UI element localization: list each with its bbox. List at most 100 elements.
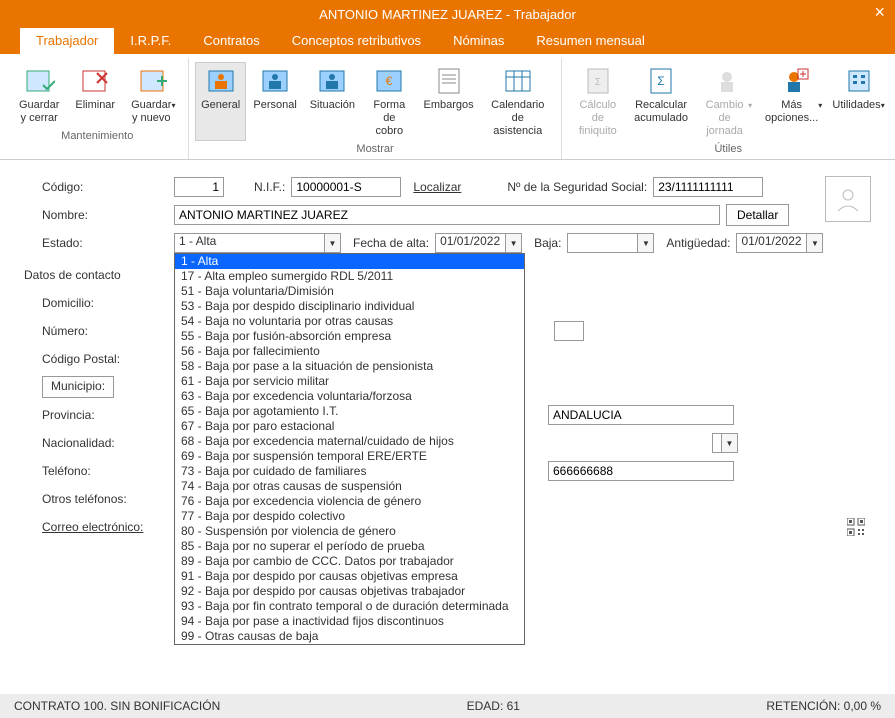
ribbon-icon [205,65,237,97]
label-nacionalidad: Nacionalidad: [24,436,174,450]
estado-option[interactable]: 53 - Baja por despido disciplinario indi… [175,299,524,314]
label-nss: Nº de la Seguridad Social: [507,180,647,194]
estado-option[interactable]: 74 - Baja por otras causas de suspensión [175,479,524,494]
ribbon-item[interactable]: Embargos [418,62,479,141]
ribbon-item[interactable]: €Formade cobro [362,62,416,141]
tab-resumen[interactable]: Resumen mensual [520,28,660,54]
label-antiguedad: Antigüedad: [666,236,730,250]
estado-option[interactable]: 56 - Baja por fallecimiento [175,344,524,359]
nacionalidad-combo[interactable]: ▼ [712,433,738,453]
estado-option[interactable]: 77 - Baja por despido colectivo [175,509,524,524]
label-domicilio: Domicilio: [24,296,174,310]
label-correo[interactable]: Correo electrónico: [24,520,174,534]
ribbon-item[interactable]: Personal [248,62,302,141]
estado-option[interactable]: 61 - Baja por servicio militar [175,374,524,389]
estado-option[interactable]: 91 - Baja por despido por causas objetiv… [175,569,524,584]
estado-option[interactable]: 63 - Baja por excedencia voluntaria/forz… [175,389,524,404]
ribbon-icon [711,65,743,97]
chevron-down-icon[interactable]: ▼ [721,433,738,453]
label-otros-telefonos: Otros teléfonos: [24,492,174,506]
ribbon-icon [23,65,55,97]
fecha-alta-combo[interactable]: 01/01/2022 ▼ [435,233,522,253]
photo-placeholder[interactable] [825,176,871,222]
ribbon-icon [778,65,810,97]
ribbon-item[interactable]: Cambio dejornada [694,62,759,141]
estado-option[interactable]: 51 - Baja voluntaria/Dimisión [175,284,524,299]
estado-option[interactable]: 17 - Alta empleo sumergido RDL 5/2011 [175,269,524,284]
ribbon-icon [433,65,465,97]
estado-dropdown-list[interactable]: 1 - Alta17 - Alta empleo sumergido RDL 5… [174,253,525,645]
estado-value: 1 - Alta [174,233,324,253]
ribbon-group: Guardary cerrarEliminarGuardary nuevoMan… [6,58,189,159]
estado-option[interactable]: 69 - Baja por suspensión temporal ERE/ER… [175,449,524,464]
window-title: ANTONIO MARTINEZ JUAREZ - Trabajador [319,7,576,22]
extra-input[interactable] [554,321,584,341]
chevron-down-icon[interactable]: ▼ [806,233,823,253]
estado-option[interactable]: 55 - Baja por fusión-absorción empresa [175,329,524,344]
label-nombre: Nombre: [24,208,174,222]
status-edad: EDAD: 61 [467,699,520,713]
ribbon-icon [79,65,111,97]
ribbon-item[interactable]: Guardary nuevo [124,62,182,128]
ribbon-item[interactable]: Situación [304,62,360,141]
estado-option[interactable]: 76 - Baja por excedencia violencia de gé… [175,494,524,509]
svg-text:€: € [386,74,393,88]
chevron-down-icon[interactable]: ▼ [324,233,341,253]
localizar-link[interactable]: Localizar [413,180,461,194]
tab-trabajador[interactable]: Trabajador [20,28,114,54]
estado-combo[interactable]: 1 - Alta ▼ [174,233,341,253]
baja-value [567,233,637,253]
ribbon-icon [137,65,169,97]
estado-option[interactable]: 80 - Suspensión por violencia de género [175,524,524,539]
ribbon-item[interactable]: Guardary cerrar [12,62,66,128]
nss-input[interactable] [653,177,763,197]
estado-option[interactable]: 68 - Baja por excedencia maternal/cuidad… [175,434,524,449]
ribbon-item[interactable]: Eliminar [68,62,122,128]
label-baja: Baja: [534,236,561,250]
label-fecha-alta: Fecha de alta: [353,236,429,250]
ribbon-icon [259,65,291,97]
provincia-input[interactable] [548,405,734,425]
nif-input[interactable] [291,177,401,197]
ribbon-icon [843,65,875,97]
ribbon-item[interactable]: Calendariode asistencia [481,62,555,141]
ribbon-item[interactable]: General [195,62,245,141]
tab-conceptos[interactable]: Conceptos retributivos [276,28,437,54]
estado-option[interactable]: 65 - Baja por agotamiento I.T. [175,404,524,419]
estado-option[interactable]: 92 - Baja por despido por causas objetiv… [175,584,524,599]
main-tabs: Trabajador I.R.P.F. Contratos Conceptos … [0,28,895,54]
antiguedad-combo[interactable]: 01/01/2022 ▼ [736,233,823,253]
estado-option[interactable]: 54 - Baja no voluntaria por otras causas [175,314,524,329]
estado-option[interactable]: 73 - Baja por cuidado de familiares [175,464,524,479]
estado-option[interactable]: 1 - Alta [175,254,524,269]
estado-option[interactable]: 89 - Baja por cambio de CCC. Datos por t… [175,554,524,569]
ribbon-icon: € [373,65,405,97]
label-estado: Estado: [24,236,174,250]
form-area: Código: N.I.F.: Localizar Nº de la Segur… [0,160,895,554]
telefono2-input[interactable] [548,461,734,481]
estado-option[interactable]: 93 - Baja por fin contrato temporal o de… [175,599,524,614]
tab-nominas[interactable]: Nóminas [437,28,520,54]
estado-option[interactable]: 85 - Baja por no superar el período de p… [175,539,524,554]
qr-icon[interactable] [847,518,865,536]
ribbon-item[interactable]: ΣRecalcularacumulado [630,62,692,141]
tab-contratos[interactable]: Contratos [187,28,275,54]
detallar-button[interactable]: Detallar [726,204,789,226]
baja-combo[interactable]: ▼ [567,233,654,253]
ribbon-item[interactable]: Utilidades [828,62,889,141]
estado-option[interactable]: 99 - Otras causas de baja [175,629,524,644]
codigo-input[interactable] [174,177,224,197]
estado-option[interactable]: 67 - Baja por paro estacional [175,419,524,434]
close-icon[interactable]: × [874,2,885,23]
estado-option[interactable]: 94 - Baja por pase a inactividad fijos d… [175,614,524,629]
ribbon-item[interactable]: ΣCálculo definiquito [568,62,628,141]
ribbon: Guardary cerrarEliminarGuardary nuevoMan… [0,54,895,160]
chevron-down-icon[interactable]: ▼ [637,233,654,253]
tab-irpf[interactable]: I.R.P.F. [114,28,187,54]
municipio-button[interactable]: Municipio: [42,376,114,398]
chevron-down-icon[interactable]: ▼ [505,233,522,253]
ribbon-item[interactable]: Másopciones... [761,62,826,141]
nombre-input[interactable] [174,205,720,225]
label-telefono: Teléfono: [24,464,174,478]
estado-option[interactable]: 58 - Baja por pase a la situación de pen… [175,359,524,374]
